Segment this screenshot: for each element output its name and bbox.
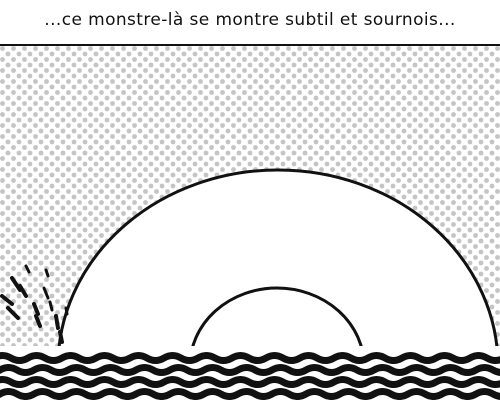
ocean-waves-icon bbox=[0, 346, 500, 400]
panel-illustration bbox=[0, 46, 500, 400]
caption-bar: ...ce monstre-là se montre subtil et sou… bbox=[0, 0, 500, 46]
caption-text: ...ce monstre-là se montre subtil et sou… bbox=[44, 10, 456, 30]
comic-panel bbox=[0, 46, 500, 400]
